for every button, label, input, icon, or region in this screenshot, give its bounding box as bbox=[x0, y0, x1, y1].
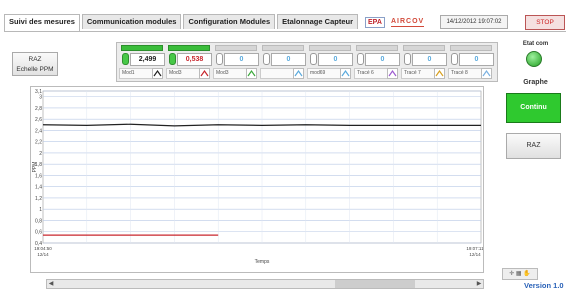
plot-line-icon bbox=[481, 68, 492, 79]
tab-suivi-des-mesures[interactable]: Suivi des mesures bbox=[4, 14, 80, 31]
legend-name: Mod3 bbox=[166, 68, 200, 79]
thermometer-icon bbox=[357, 53, 364, 65]
y-tick-label: 2,2 bbox=[35, 140, 42, 146]
thermometer-icon bbox=[451, 53, 458, 65]
scroll-right-arrow[interactable]: ▶ bbox=[475, 280, 483, 288]
aircov-logo: AIRCOV bbox=[391, 18, 425, 27]
y-axis-label: PPM bbox=[32, 162, 38, 173]
module-level-bar bbox=[215, 45, 257, 51]
tab-divider bbox=[4, 31, 566, 32]
thermometer-icon bbox=[263, 53, 270, 65]
datetime-display: 14/12/2012 19:07:02 bbox=[440, 15, 508, 29]
y-tick-label: 2,4 bbox=[35, 128, 42, 134]
module-level-bar bbox=[450, 45, 492, 51]
epa-logo: EPA bbox=[365, 17, 385, 28]
module-7: 0 bbox=[403, 45, 447, 66]
version-label: Version 1.0 bbox=[524, 281, 564, 290]
module-level-bar bbox=[168, 45, 210, 51]
x-end-time-label: 19:07:11 bbox=[466, 246, 483, 251]
raz-ppm-label-line1: RAZ bbox=[28, 56, 42, 63]
legend-name: Tracé 8 bbox=[448, 68, 482, 79]
module-value: 0,538 bbox=[177, 53, 212, 66]
module-value: 2,499 bbox=[130, 53, 165, 66]
y-tick-label: 2,6 bbox=[35, 117, 42, 123]
y-tick-label: 1,2 bbox=[35, 196, 42, 202]
stop-button[interactable]: STOP bbox=[525, 15, 565, 30]
module-1: 2,499 bbox=[121, 45, 165, 66]
modules-panel: 2,499 0,538 0 0 0 0 0 0 Mod1 Mod3 Mod3 mod69 Tracé 6… bbox=[116, 42, 498, 82]
module-level-bar bbox=[121, 45, 163, 51]
graph-tools-palette[interactable]: ✛ ▦ ✋ bbox=[502, 268, 538, 280]
raz-button[interactable]: RAZ bbox=[506, 133, 561, 159]
x-end-date-label: 12/14 bbox=[469, 252, 481, 257]
plot-line-icon bbox=[387, 68, 398, 79]
tab-etalonnage-capteur[interactable]: Etalonnage Capteur bbox=[277, 14, 358, 29]
module-4: 0 bbox=[262, 45, 306, 66]
module-level-bar bbox=[403, 45, 445, 51]
tab-bar: Suivi des mesures Communication modules … bbox=[4, 14, 360, 31]
y-tick-label: 0,6 bbox=[35, 230, 42, 236]
tab-communication-modules[interactable]: Communication modules bbox=[81, 14, 182, 29]
module-8: 0 bbox=[450, 45, 494, 66]
plot-line-icon bbox=[199, 68, 210, 79]
scroll-left-arrow[interactable]: ◀ bbox=[47, 280, 55, 288]
etat-com-led-indicator bbox=[526, 51, 542, 67]
module-3: 0 bbox=[215, 45, 259, 66]
module-level-bar bbox=[356, 45, 398, 51]
legend-name: Mod1 bbox=[119, 68, 153, 79]
thermometer-icon bbox=[404, 53, 411, 65]
thermometer-icon bbox=[310, 53, 317, 65]
thermometer-icon bbox=[122, 53, 129, 65]
module-value: 0 bbox=[459, 53, 494, 66]
chart-svg: 3,132,82,62,42,221,81,61,41,210,80,60,4P… bbox=[32, 89, 484, 265]
module-6: 0 bbox=[356, 45, 400, 66]
plot-line-icon bbox=[152, 68, 163, 79]
thermometer-icon bbox=[169, 53, 176, 65]
module-value: 0 bbox=[365, 53, 400, 66]
x-start-time-label: 19:04:50 bbox=[34, 246, 52, 251]
legend-name: Tracé 7 bbox=[401, 68, 435, 79]
raz-ppm-label-line2: Echelle PPM bbox=[16, 66, 54, 73]
y-tick-label: 1,6 bbox=[35, 173, 42, 179]
module-value: 0 bbox=[318, 53, 353, 66]
plot-line-icon bbox=[246, 68, 257, 79]
module-value: 0 bbox=[271, 53, 306, 66]
chart-scrollbar[interactable]: ◀ ▶ bbox=[46, 279, 484, 289]
thermometer-icon bbox=[216, 53, 223, 65]
module-level-bar bbox=[262, 45, 304, 51]
y-tick-label: 2 bbox=[39, 151, 42, 157]
graphe-label: Graphe bbox=[523, 79, 548, 86]
module-5: 0 bbox=[309, 45, 353, 66]
continu-button[interactable]: Continu bbox=[506, 93, 561, 123]
etat-com-label: Etat com bbox=[522, 41, 549, 47]
legend-name: Tracé 6 bbox=[354, 68, 388, 79]
x-start-date-label: 12/14 bbox=[37, 252, 49, 257]
legend-name: Mod3 bbox=[213, 68, 247, 79]
plot-line-icon bbox=[340, 68, 351, 79]
raz-echelle-ppm-button[interactable]: RAZ Echelle PPM bbox=[12, 52, 58, 76]
scroll-thumb[interactable] bbox=[335, 280, 415, 288]
plot-line-icon bbox=[434, 68, 445, 79]
y-tick-label: 1,4 bbox=[35, 185, 42, 191]
x-axis-label: Temps bbox=[255, 259, 270, 265]
module-level-bar bbox=[309, 45, 351, 51]
legend-name bbox=[260, 68, 294, 79]
plot-line-icon bbox=[293, 68, 304, 79]
legend-name: mod69 bbox=[307, 68, 341, 79]
y-tick-label: 1 bbox=[39, 207, 42, 213]
ppm-chart: 3,1 3 2,8 2,6 2,4 2,2 2 1,8 1,6 1,4 1,2 1 0,8 0,6 0,4 P… bbox=[30, 86, 484, 273]
module-value: 0 bbox=[224, 53, 259, 66]
y-tick-label: 0,8 bbox=[35, 218, 42, 224]
tab-configuration-modules[interactable]: Configuration Modules bbox=[183, 14, 276, 29]
y-tick-label: 2,8 bbox=[35, 106, 42, 112]
module-value: 0 bbox=[412, 53, 447, 66]
module-2: 0,538 bbox=[168, 45, 212, 66]
y-tick-label: 3 bbox=[39, 95, 42, 101]
